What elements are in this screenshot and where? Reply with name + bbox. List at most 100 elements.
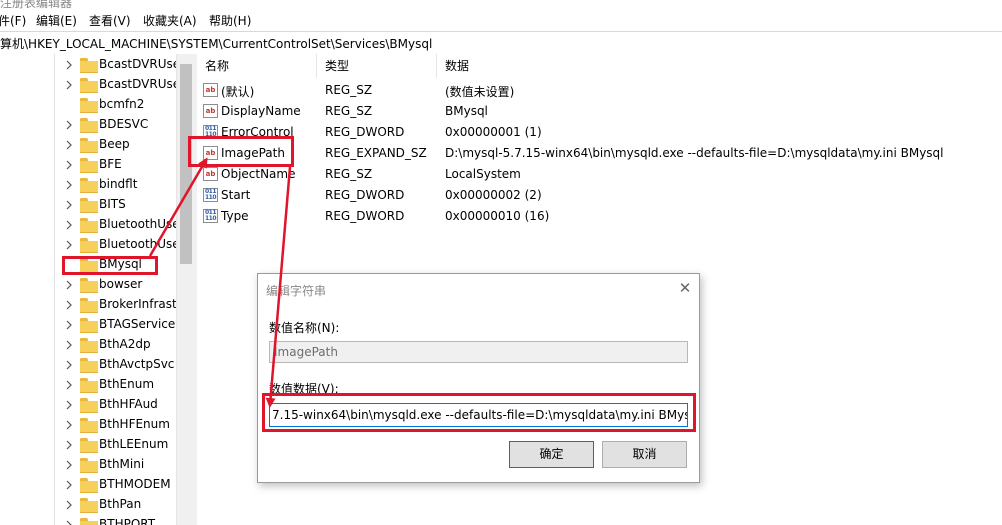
ok-button[interactable]: 确定 bbox=[509, 441, 594, 468]
menu-edit[interactable]: 编辑(E) bbox=[36, 12, 77, 29]
folder-icon bbox=[80, 378, 98, 393]
chevron-right-icon[interactable] bbox=[64, 299, 74, 311]
folder-icon bbox=[80, 358, 98, 373]
value-name: (默认) bbox=[221, 85, 255, 99]
tree-item[interactable]: BthLEEnum bbox=[64, 435, 176, 455]
tree-item[interactable]: BTHPORT bbox=[64, 515, 176, 525]
chevron-right-icon[interactable] bbox=[64, 499, 74, 511]
chevron-right-icon[interactable] bbox=[64, 439, 74, 451]
tree-item-label: BthEnum bbox=[99, 377, 155, 391]
address-bar[interactable]: 算机\HKEY_LOCAL_MACHINE\SYSTEM\CurrentCont… bbox=[0, 31, 1002, 55]
folder-icon bbox=[80, 518, 98, 525]
tree-item[interactable]: BluetoothUse bbox=[64, 235, 176, 255]
chevron-right-icon[interactable] bbox=[64, 419, 74, 431]
address-path[interactable]: 算机\HKEY_LOCAL_MACHINE\SYSTEM\CurrentCont… bbox=[0, 35, 432, 52]
tree-item[interactable]: BTHMODEM bbox=[64, 475, 176, 495]
tree-item[interactable]: bindflt bbox=[64, 175, 176, 195]
tree-item[interactable]: BcastDVRUse bbox=[64, 55, 176, 75]
value-data: (数值未设置) bbox=[445, 85, 515, 99]
tree-item[interactable]: BthAvctpSvc bbox=[64, 355, 176, 375]
tree-item-label: BrokerInfrast bbox=[99, 297, 176, 311]
tree-item-label: bowser bbox=[99, 277, 143, 291]
column-header-name[interactable]: 名称 bbox=[197, 54, 317, 78]
tree-item[interactable]: BthHFAud bbox=[64, 395, 176, 415]
value-row[interactable]: ab ObjectName REG_SZ LocalSystem bbox=[197, 164, 1002, 185]
tree-item-label: BTAGService bbox=[99, 317, 176, 331]
window-title: 注册表编辑器 bbox=[0, 0, 73, 10]
tree-scrollbar[interactable] bbox=[176, 54, 195, 525]
tree-item[interactable]: BthPan bbox=[64, 495, 176, 515]
value-name: DisplayName bbox=[221, 104, 301, 118]
chevron-right-icon[interactable] bbox=[64, 139, 74, 151]
menu-favorites[interactable]: 收藏夹(A) bbox=[143, 12, 197, 29]
menu-view[interactable]: 查看(V) bbox=[89, 12, 131, 29]
value-type: REG_SZ bbox=[325, 104, 373, 118]
column-header-type[interactable]: 类型 bbox=[317, 54, 437, 78]
chevron-right-icon[interactable] bbox=[64, 179, 74, 191]
chevron-right-icon[interactable] bbox=[64, 239, 74, 251]
chevron-right-icon[interactable] bbox=[64, 399, 74, 411]
tree-item-label: BFE bbox=[99, 157, 122, 171]
folder-icon bbox=[80, 318, 98, 333]
chevron-right-icon[interactable] bbox=[64, 359, 74, 371]
tree-item[interactable]: BthMini bbox=[64, 455, 176, 475]
tree-item[interactable]: BFE bbox=[64, 155, 176, 175]
chevron-right-icon[interactable] bbox=[64, 479, 74, 491]
value-row[interactable]: ab DisplayName REG_SZ BMysql bbox=[197, 101, 1002, 122]
value-row[interactable]: 011 110 Type REG_DWORD 0x00000010 (16) bbox=[197, 206, 1002, 227]
chevron-right-icon[interactable] bbox=[64, 119, 74, 131]
tree-item[interactable]: bowser bbox=[64, 275, 176, 295]
value-data: BMysql bbox=[445, 104, 488, 118]
highlight-imagepath-value bbox=[188, 136, 294, 167]
folder-icon bbox=[80, 478, 98, 493]
chevron-right-icon[interactable] bbox=[64, 379, 74, 391]
value-type: REG_DWORD bbox=[325, 209, 405, 223]
tree-item[interactable]: BthEnum bbox=[64, 375, 176, 395]
chevron-right-icon[interactable] bbox=[64, 519, 74, 525]
chevron-right-icon[interactable] bbox=[64, 279, 74, 291]
chevron-right-icon[interactable] bbox=[64, 199, 74, 211]
value-row[interactable]: ab (默认) REG_SZ (数值未设置) bbox=[197, 80, 1002, 101]
value-type: REG_SZ bbox=[325, 83, 373, 97]
folder-icon bbox=[80, 98, 98, 113]
value-name: Start bbox=[221, 188, 251, 202]
chevron-right-icon[interactable] bbox=[64, 59, 74, 71]
menu-help[interactable]: 帮助(H) bbox=[209, 12, 251, 29]
tree-item[interactable]: BTAGService bbox=[64, 315, 176, 335]
tree-item-label: Beep bbox=[99, 137, 130, 151]
menu-file[interactable]: 件(F) bbox=[0, 12, 26, 29]
tree-item-label: BthAvctpSvc bbox=[99, 357, 175, 371]
folder-icon bbox=[80, 498, 98, 513]
chevron-right-icon[interactable] bbox=[64, 339, 74, 351]
tree-item-label: bcmfn2 bbox=[99, 97, 145, 111]
tree-item[interactable]: BrokerInfrast bbox=[64, 295, 176, 315]
tree-item[interactable]: BITS bbox=[64, 195, 176, 215]
tree-item[interactable]: bcmfn2 bbox=[64, 95, 176, 115]
tree-item-label: BcastDVRUse bbox=[99, 77, 176, 91]
tree-item[interactable]: BthHFEnum bbox=[64, 415, 176, 435]
value-name-field: ImagePath bbox=[269, 341, 688, 363]
tree-item-label: BluetoothUse bbox=[99, 237, 176, 251]
tree-item[interactable]: BluetoothUse bbox=[64, 215, 176, 235]
tree-item[interactable]: BcastDVRUse bbox=[64, 75, 176, 95]
value-row[interactable]: 011 110 Start REG_DWORD 0x00000002 (2) bbox=[197, 185, 1002, 206]
tree-guide-line bbox=[54, 54, 55, 525]
tree-item-label: bindflt bbox=[99, 177, 138, 191]
cancel-button[interactable]: 取消 bbox=[602, 441, 687, 468]
chevron-right-icon[interactable] bbox=[64, 319, 74, 331]
tree-item[interactable]: BDESVC bbox=[64, 115, 176, 135]
chevron-right-icon[interactable] bbox=[64, 159, 74, 171]
highlight-bmysql-key bbox=[62, 256, 158, 275]
tree-item[interactable]: Beep bbox=[64, 135, 176, 155]
chevron-right-icon[interactable] bbox=[64, 219, 74, 231]
value-row[interactable]: ab ImagePath REG_EXPAND_SZ D:\mysql-5.7.15-… bbox=[197, 143, 1002, 164]
folder-icon bbox=[80, 118, 98, 133]
folder-icon bbox=[80, 58, 98, 73]
chevron-right-icon[interactable] bbox=[64, 459, 74, 471]
close-icon[interactable]: ✕ bbox=[677, 280, 693, 296]
value-data: LocalSystem bbox=[445, 167, 521, 181]
chevron-right-icon[interactable] bbox=[64, 79, 74, 91]
tree-item[interactable]: BthA2dp bbox=[64, 335, 176, 355]
column-header-data[interactable]: 数据 bbox=[437, 54, 1002, 78]
value-row[interactable]: 011 110 ErrorControl REG_DWORD 0x00000001 (1… bbox=[197, 122, 1002, 143]
